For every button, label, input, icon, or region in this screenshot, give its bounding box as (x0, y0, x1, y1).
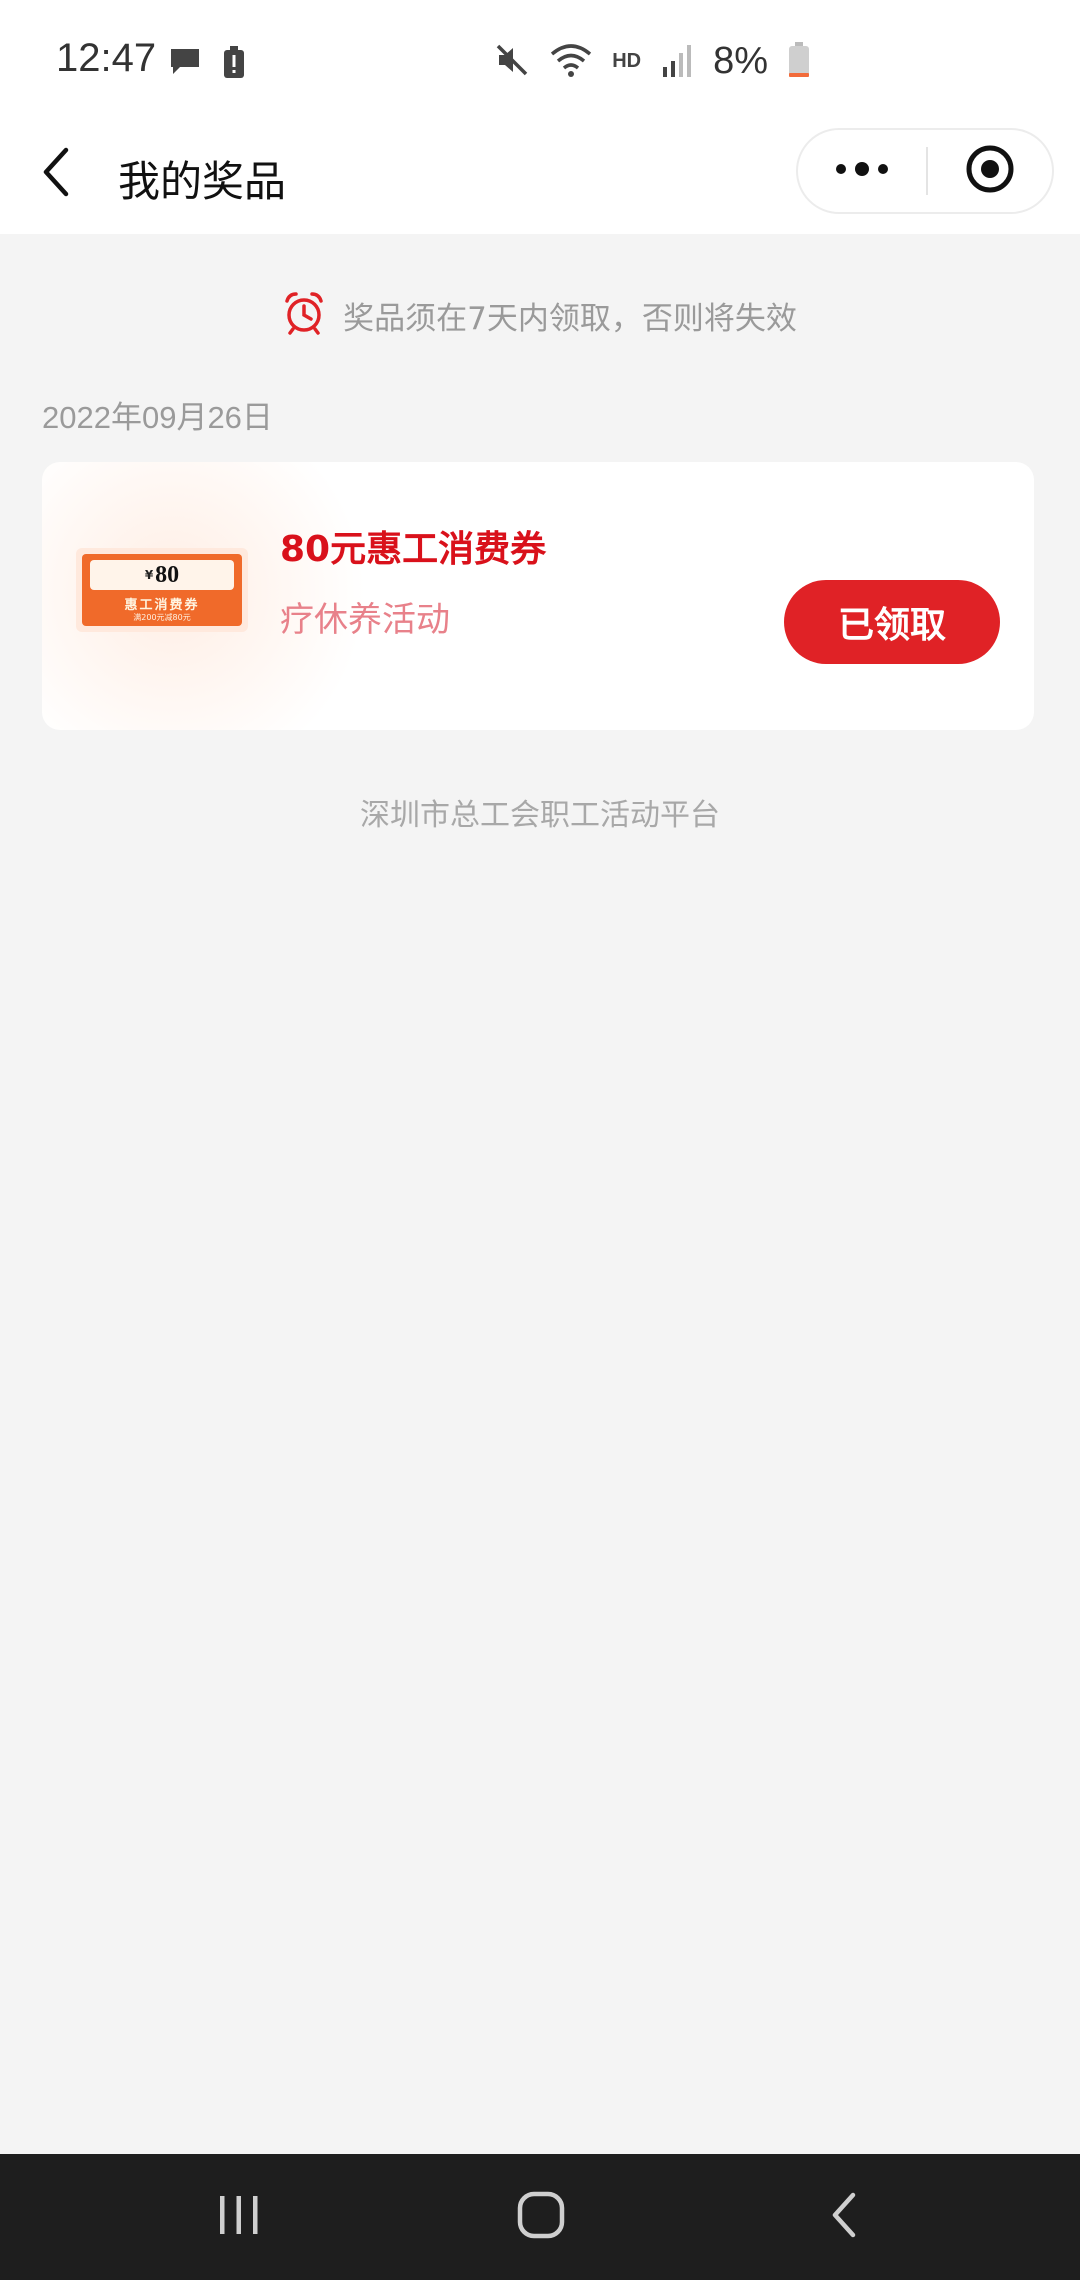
mute-icon (494, 42, 530, 82)
status-time: 12:47 (56, 36, 157, 80)
network-label: HD (612, 50, 642, 72)
status-notification-icons (168, 46, 246, 84)
alarm-clock-icon (283, 291, 325, 339)
status-system-icons: HD 8% (494, 40, 810, 83)
home-button[interactable] (506, 2184, 576, 2250)
more-dots-icon (834, 161, 890, 181)
prize-card: ¥ 80 惠工消费券 满200元减80元 80元惠工消费券 疗休养活动 已领取 (42, 462, 1034, 730)
coupon-thumbnail: ¥ 80 惠工消费券 满200元减80元 (76, 548, 248, 632)
close-mini-program-button[interactable] (928, 130, 1052, 212)
mini-program-capsule (796, 128, 1054, 214)
back-arrow-icon (36, 147, 84, 202)
system-nav-bar (0, 2154, 1080, 2280)
notice-text: 奖品须在7天内领取，否则将失效 (343, 300, 797, 337)
page-title: 我的奖品 (118, 157, 287, 206)
prize-activity: 疗休养活动 (280, 600, 450, 640)
signal-icon (661, 43, 693, 81)
nav-bar: 我的奖品 (0, 110, 1080, 234)
expiry-notice: 奖品须在7天内领取，否则将失效 (0, 290, 1080, 340)
alert-battery-icon (222, 46, 246, 84)
wifi-icon (550, 42, 592, 82)
home-icon (516, 2190, 566, 2244)
coupon-amount: 80 (155, 561, 180, 588)
chat-bubble-icon (168, 46, 202, 84)
battery-icon (788, 41, 810, 82)
coupon-amount-area: ¥ 80 (90, 560, 234, 590)
target-circle-icon (965, 144, 1015, 198)
prize-name: 80元惠工消费券 (280, 529, 547, 570)
prize-date: 2022年09月26日 (42, 400, 273, 435)
status-bar: 12:47 HD 8% (0, 0, 1080, 128)
recent-apps-icon (216, 2192, 262, 2242)
battery-percent: 8% (713, 40, 768, 82)
coupon-label: 惠工消费券 (124, 598, 200, 613)
back-button[interactable] (36, 146, 84, 198)
coupon-currency: ¥ (144, 568, 154, 582)
recent-apps-button[interactable] (204, 2184, 274, 2250)
claimed-button[interactable]: 已领取 (784, 580, 1000, 664)
system-back-button[interactable] (810, 2184, 880, 2250)
coupon-condition: 满200元减80元 (133, 613, 191, 622)
footer-text: 深圳市总工会职工活动平台 (360, 798, 720, 833)
more-button[interactable] (798, 130, 926, 212)
coupon-graphic: ¥ 80 惠工消费券 满200元减80元 (82, 554, 242, 626)
system-back-icon (825, 2190, 865, 2244)
